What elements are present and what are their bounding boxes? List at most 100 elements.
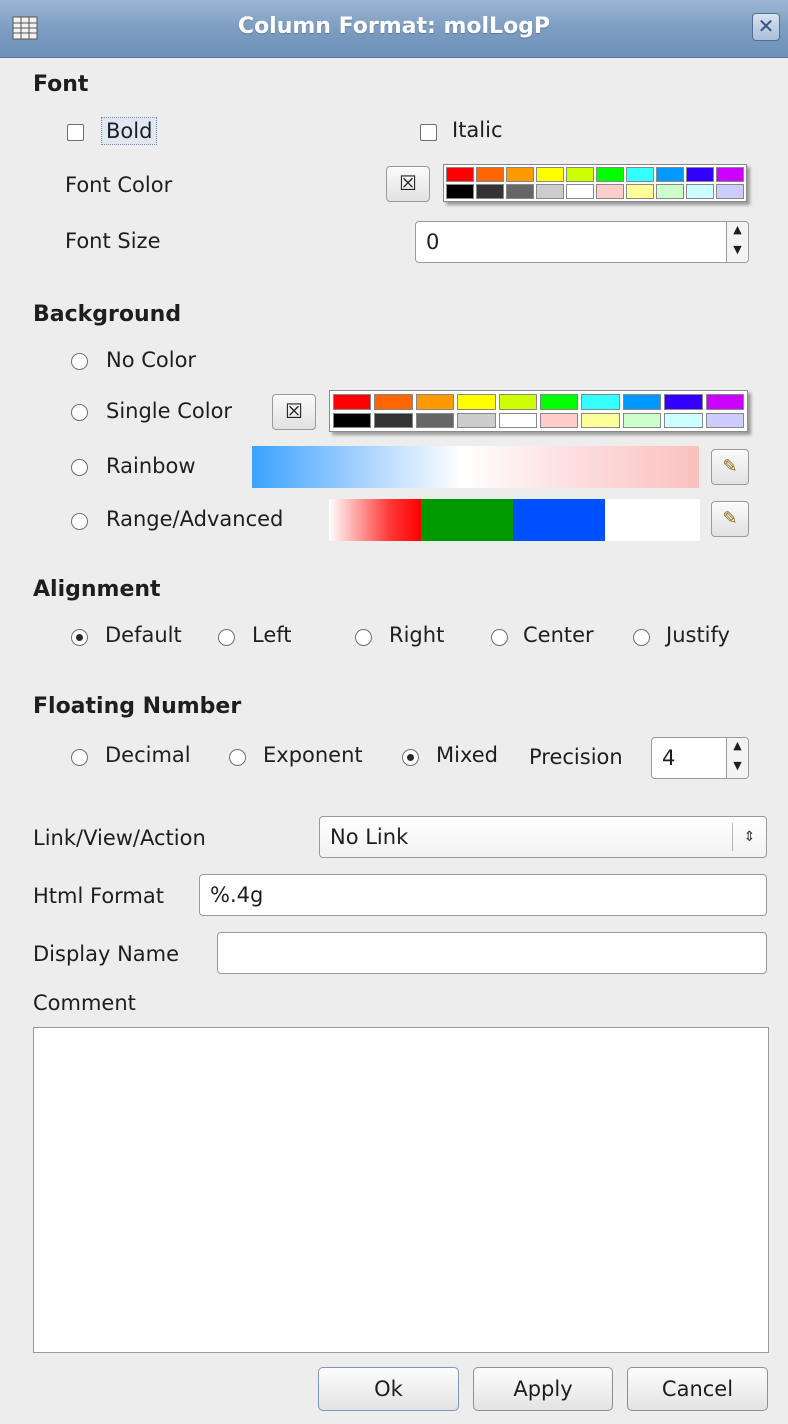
align-right-label[interactable]: Right xyxy=(389,623,444,647)
html-format-label: Html Format xyxy=(33,884,164,908)
font-color-label: Font Color xyxy=(65,173,173,197)
color-swatch[interactable] xyxy=(656,167,684,182)
color-swatch[interactable] xyxy=(540,394,579,410)
color-swatch[interactable] xyxy=(498,412,537,428)
color-swatch[interactable] xyxy=(626,167,654,182)
rainbow-label[interactable]: Rainbow xyxy=(106,454,196,478)
apply-button[interactable]: Apply xyxy=(473,1367,613,1411)
color-swatch[interactable] xyxy=(506,184,534,199)
color-swatch[interactable] xyxy=(415,412,455,428)
color-swatch[interactable] xyxy=(686,184,714,199)
color-swatch[interactable] xyxy=(476,167,504,182)
exponent-label[interactable]: Exponent xyxy=(263,743,363,767)
color-swatch[interactable] xyxy=(446,184,474,199)
color-swatch[interactable] xyxy=(705,394,744,410)
pencil-icon[interactable]: ✎ xyxy=(711,449,749,485)
chevron-up-icon[interactable]: ▲ xyxy=(727,222,748,242)
color-swatch[interactable] xyxy=(446,167,474,182)
decimal-radio[interactable] xyxy=(71,749,88,766)
align-justify-label[interactable]: Justify xyxy=(666,623,730,647)
color-swatch[interactable] xyxy=(705,412,744,428)
color-swatch[interactable] xyxy=(596,167,624,182)
color-swatch[interactable] xyxy=(622,412,662,428)
title-bar[interactable]: Column Format: molLogP ✕ xyxy=(0,0,788,58)
close-icon[interactable]: ✕ xyxy=(752,13,780,41)
color-swatch[interactable] xyxy=(374,394,413,410)
color-swatch[interactable] xyxy=(581,412,620,428)
align-right-radio[interactable] xyxy=(355,629,372,646)
precision-stepper[interactable]: ▲ ▼ xyxy=(726,738,748,778)
align-default-label[interactable]: Default xyxy=(105,623,182,647)
window-title: Column Format: molLogP xyxy=(237,14,551,39)
range-color-preview xyxy=(329,499,700,541)
color-swatch[interactable] xyxy=(566,167,594,182)
color-swatch[interactable] xyxy=(536,167,564,182)
color-swatch[interactable] xyxy=(686,167,714,182)
color-swatch[interactable] xyxy=(622,394,662,410)
color-swatch[interactable] xyxy=(476,184,504,199)
align-center-label[interactable]: Center xyxy=(523,623,594,647)
comment-label: Comment xyxy=(33,991,136,1015)
align-left-radio[interactable] xyxy=(218,629,235,646)
italic-label[interactable]: Italic xyxy=(452,118,503,142)
align-justify-radio[interactable] xyxy=(633,629,650,646)
color-swatch[interactable] xyxy=(626,184,654,199)
display-name-input[interactable] xyxy=(217,932,767,974)
bold-checkbox[interactable] xyxy=(67,124,84,141)
font-size-value[interactable]: 0 xyxy=(426,230,726,254)
align-default-radio[interactable] xyxy=(71,629,88,646)
rainbow-radio[interactable] xyxy=(71,459,88,476)
color-swatch[interactable] xyxy=(333,412,372,428)
color-swatch[interactable] xyxy=(664,394,703,410)
align-center-radio[interactable] xyxy=(491,629,508,646)
font-size-spinner[interactable]: 0 ▲ ▼ xyxy=(415,221,749,263)
cancel-button[interactable]: Cancel xyxy=(627,1367,768,1411)
chevron-updown-icon[interactable]: ⇕ xyxy=(732,823,766,851)
font-color-palette[interactable] xyxy=(443,164,747,202)
range-advanced-label[interactable]: Range/Advanced xyxy=(106,507,283,531)
chevron-up-icon[interactable]: ▲ xyxy=(727,738,748,758)
pencil-icon[interactable]: ✎ xyxy=(711,501,749,537)
range-advanced-radio[interactable] xyxy=(71,513,88,530)
chevron-down-icon[interactable]: ▼ xyxy=(727,242,748,262)
bold-label[interactable]: Bold xyxy=(101,117,158,145)
precision-spinner[interactable]: 4 ▲ ▼ xyxy=(651,737,749,779)
color-swatch[interactable] xyxy=(716,184,744,199)
font-color-clear-button[interactable]: ☒ xyxy=(386,166,430,202)
color-swatch[interactable] xyxy=(536,184,564,199)
font-size-stepper[interactable]: ▲ ▼ xyxy=(726,222,748,262)
mixed-label[interactable]: Mixed xyxy=(436,743,498,767)
ok-button[interactable]: Ok xyxy=(318,1367,459,1411)
comment-textarea[interactable] xyxy=(33,1027,769,1353)
color-swatch[interactable] xyxy=(664,412,703,428)
color-swatch[interactable] xyxy=(716,167,744,182)
color-swatch[interactable] xyxy=(596,184,624,199)
color-swatch[interactable] xyxy=(581,394,620,410)
chevron-down-icon[interactable]: ▼ xyxy=(727,758,748,778)
html-format-input[interactable]: %.4g xyxy=(199,874,767,916)
color-swatch[interactable] xyxy=(457,412,496,428)
align-left-label[interactable]: Left xyxy=(252,623,292,647)
background-color-palette[interactable] xyxy=(329,390,748,432)
color-swatch[interactable] xyxy=(415,394,455,410)
italic-checkbox[interactable] xyxy=(420,124,437,141)
link-view-action-select[interactable]: No Link ⇕ xyxy=(319,816,767,858)
color-swatch[interactable] xyxy=(374,412,413,428)
color-swatch[interactable] xyxy=(506,167,534,182)
no-color-radio[interactable] xyxy=(71,353,88,370)
color-swatch[interactable] xyxy=(498,394,537,410)
color-swatch[interactable] xyxy=(540,412,579,428)
single-color-radio[interactable] xyxy=(71,404,88,421)
exponent-radio[interactable] xyxy=(229,749,246,766)
color-swatch[interactable] xyxy=(457,394,496,410)
link-view-action-value[interactable]: No Link xyxy=(330,825,732,849)
color-swatch[interactable] xyxy=(656,184,684,199)
no-color-label[interactable]: No Color xyxy=(106,348,196,372)
decimal-label[interactable]: Decimal xyxy=(105,743,191,767)
single-color-label[interactable]: Single Color xyxy=(106,399,232,423)
mixed-radio[interactable] xyxy=(402,749,419,766)
color-swatch[interactable] xyxy=(566,184,594,199)
background-color-clear-button[interactable]: ☒ xyxy=(272,394,316,430)
precision-value[interactable]: 4 xyxy=(662,746,726,770)
color-swatch[interactable] xyxy=(333,394,372,410)
